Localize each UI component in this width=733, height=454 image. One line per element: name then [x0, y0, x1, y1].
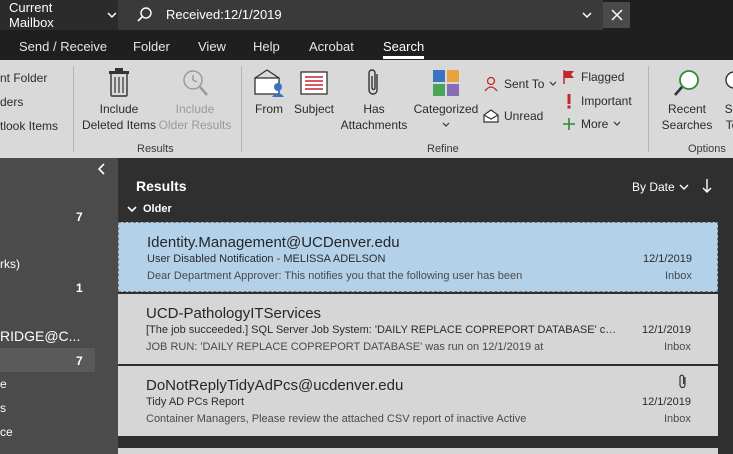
include-older-results-button[interactable]: Include Older Results [158, 68, 232, 133]
message-row[interactable]: Identity.Management@UCDenver.edu User Di… [118, 222, 718, 292]
tab-acrobat[interactable]: Acrobat [309, 39, 354, 54]
categories-icon [433, 70, 459, 96]
unread-count: 7 [76, 354, 83, 368]
tab-search[interactable]: Search [383, 39, 425, 59]
sort-by-dropdown[interactable]: By Date [632, 180, 689, 194]
message-folder: Inbox [665, 270, 692, 282]
message-sender: UCD-PathologyITServices [146, 305, 322, 322]
search-tools-icon [725, 71, 733, 89]
from-filter-button[interactable]: From [250, 68, 288, 117]
subject-filter-button[interactable]: Subject [292, 68, 336, 117]
scope-current-folder[interactable]: nt Folder [0, 71, 47, 85]
folder-item[interactable]: ce [0, 425, 13, 439]
results-pane: Results By Date Older Identity.Managemen… [118, 158, 733, 454]
message-row[interactable]: DoNotReplyTidyAdPcs@ucdenver.edu Tidy AD… [118, 366, 718, 436]
results-title: Results [136, 178, 187, 194]
paperclip-icon [679, 374, 686, 389]
subject-lines-icon [300, 71, 328, 95]
message-subject: Tidy AD PCs Report [146, 396, 245, 408]
search-history-icon [183, 70, 208, 96]
folder-item[interactable]: e [0, 377, 7, 391]
more-filters-button[interactable]: More [562, 117, 621, 131]
search-tools-button[interactable]: Se To [717, 68, 733, 133]
folder-pane: 7 rks) 1 RIDGE@C... 7 e s ce [0, 158, 118, 454]
message-preview: Container Managers, Please review the at… [146, 413, 527, 425]
search-query-text: Received:12/1/2019 [166, 7, 282, 22]
search-icon [137, 7, 152, 22]
tab-help[interactable]: Help [253, 39, 280, 54]
account-name[interactable]: RIDGE@C... [0, 328, 80, 344]
tab-send-receive[interactable]: Send / Receive [19, 39, 107, 54]
tab-view[interactable]: View [198, 39, 226, 54]
recent-searches-button[interactable]: Recent Searches [654, 68, 720, 133]
message-folder: Inbox [664, 341, 691, 353]
categorized-button[interactable]: Categorized [412, 68, 480, 131]
person-icon [484, 76, 498, 92]
collapse-pane-icon[interactable] [95, 162, 107, 176]
scope-subfolders[interactable]: ders [0, 95, 23, 109]
unread-count: 7 [76, 210, 83, 224]
chevron-down-icon [679, 184, 689, 190]
message-subject: User Disabled Notification - MELISSA ADE… [147, 253, 386, 265]
message-preview: JOB RUN: 'DAILY REPLACE COPREPORT DATABA… [146, 341, 544, 353]
flagged-filter-button[interactable]: Flagged [562, 69, 624, 85]
group-label-options: Options [688, 143, 726, 155]
folder-item[interactable]: s [0, 401, 6, 415]
chevron-down-icon [127, 206, 137, 213]
close-search-button[interactable] [603, 2, 630, 28]
important-filter-button[interactable]: Important [562, 93, 632, 109]
chevron-down-icon [107, 12, 117, 19]
divider [648, 66, 649, 152]
group-label-results: Results [137, 143, 174, 155]
search-bar: Current Mailbox Received:12/1/2019 [0, 0, 733, 30]
outlook-window: Current Mailbox Received:12/1/2019 Send … [0, 0, 733, 454]
unread-filter-button[interactable]: Unread [483, 108, 543, 124]
message-preview: Dear Department Approver: This notifies … [147, 270, 523, 282]
scope-all-outlook-items[interactable]: tlook Items [0, 119, 58, 133]
chevron-down-icon [550, 81, 557, 86]
envelope-person-icon [254, 69, 284, 97]
has-attachments-button[interactable]: Has Attachments [338, 68, 410, 133]
paperclip-icon [368, 69, 378, 95]
chevron-down-icon[interactable] [581, 9, 593, 21]
divider [73, 66, 74, 152]
chevron-down-icon [442, 122, 450, 127]
unread-count: 1 [76, 281, 83, 295]
envelope-open-icon [483, 109, 499, 123]
trash-icon [109, 68, 129, 97]
ribbon: nt Folder ders tlook Items Include Delet… [0, 60, 733, 158]
group-header-older[interactable]: Older [118, 198, 718, 220]
message-sender: DoNotReplyTidyAdPcs@ucdenver.edu [146, 377, 404, 394]
message-row-partial[interactable] [118, 448, 718, 454]
group-label-refine: Refine [427, 143, 459, 155]
tab-folder[interactable]: Folder [133, 39, 170, 54]
search-input[interactable]: Received:12/1/2019 [118, 0, 603, 30]
sort-direction-icon[interactable] [701, 178, 713, 194]
folder-item[interactable]: rks) [0, 257, 20, 271]
plus-icon [563, 118, 575, 130]
message-date: 12/1/2019 [642, 396, 691, 408]
divider [241, 66, 242, 152]
message-date: 12/1/2019 [642, 324, 691, 336]
search-scope-dropdown[interactable]: Current Mailbox [0, 0, 118, 30]
message-row[interactable]: UCD-PathologyITServices [The job succeed… [118, 294, 718, 364]
chevron-down-icon [613, 121, 621, 126]
ribbon-tabs: Send / Receive Folder View Help Acrobat … [0, 30, 733, 60]
magnifier-icon [674, 70, 699, 96]
message-date: 12/1/2019 [643, 253, 692, 265]
include-deleted-items-button[interactable]: Include Deleted Items [80, 68, 158, 133]
exclamation-icon [567, 94, 571, 109]
flag-icon [563, 70, 574, 84]
message-subject: [The job succeeded.] SQL Server Job Syst… [146, 324, 618, 336]
message-folder: Inbox [664, 413, 691, 425]
search-scope-label: Current Mailbox [9, 0, 54, 30]
results-header: Results By Date [118, 158, 733, 198]
close-icon [610, 9, 623, 21]
sent-to-button[interactable]: Sent To [483, 76, 557, 92]
message-sender: Identity.Management@UCDenver.edu [147, 234, 400, 251]
